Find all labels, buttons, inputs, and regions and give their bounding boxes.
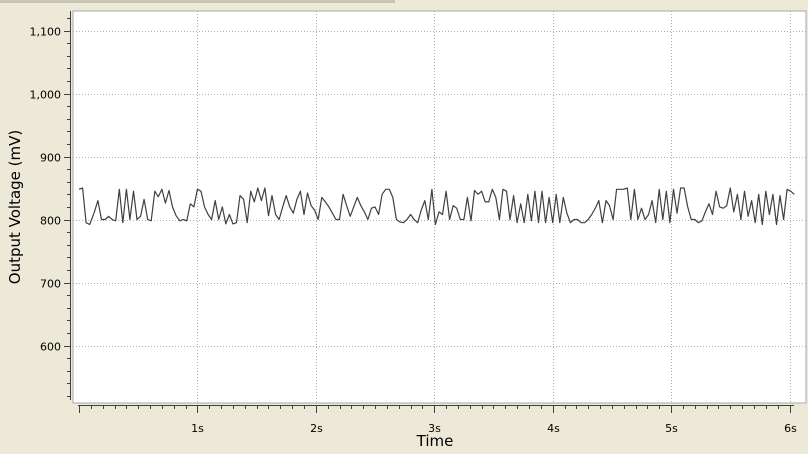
x-axis-label: Time bbox=[416, 432, 454, 450]
line-chart: 6007008009001,0001,100 1s 2s 3s 4s 5s 6s Time… bbox=[0, 0, 808, 450]
x-tick-label: 5s bbox=[665, 422, 678, 435]
x-tick-label: 1s bbox=[191, 422, 204, 435]
y-tick-label: 1,000 bbox=[30, 89, 62, 102]
y-tick-label: 600 bbox=[40, 341, 61, 354]
y-axis-label: Output Voltage (mV) bbox=[6, 130, 24, 284]
y-tick-label: 1,100 bbox=[30, 26, 62, 39]
x-tick-label: 4s bbox=[547, 422, 560, 435]
plot-area bbox=[72, 10, 807, 404]
y-tick-label: 800 bbox=[40, 215, 61, 228]
x-tick-label: 2s bbox=[310, 422, 323, 435]
chart-window: 600 700 800 900 1,000 1,100 1s 2s 3s 4s 5s 6s Time… bbox=[0, 0, 808, 450]
x-tick-label: 6s bbox=[784, 422, 797, 435]
y-tick-label: 900 bbox=[40, 152, 61, 165]
y-tick-label: 700 bbox=[40, 278, 61, 291]
